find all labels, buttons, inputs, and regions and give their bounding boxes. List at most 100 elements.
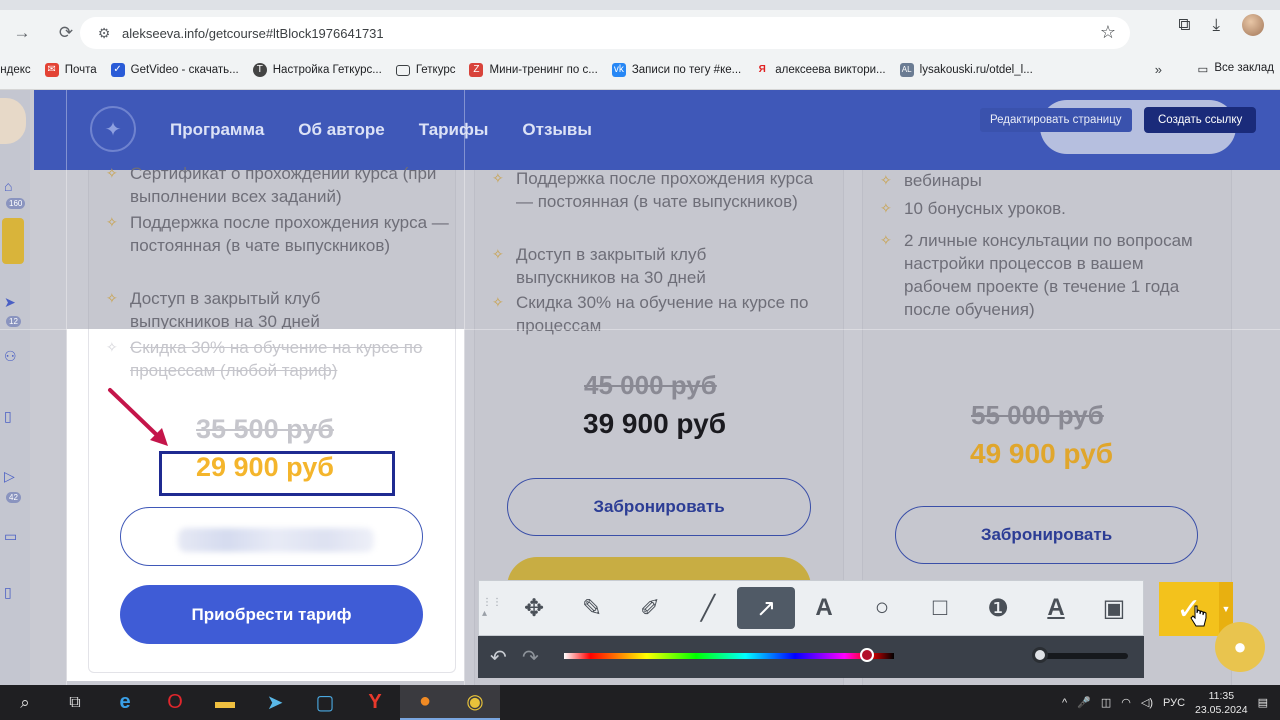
- stroke-width-handle[interactable]: [1032, 647, 1048, 663]
- text-icon[interactable]: A: [795, 587, 853, 629]
- yandex-browser-icon[interactable]: Y: [350, 685, 400, 720]
- clock[interactable]: 11:35 23.05.2024: [1195, 689, 1248, 717]
- chat-widget-icon[interactable]: ●: [1215, 622, 1265, 672]
- bookmark-label: алексеева виктори...: [775, 64, 886, 76]
- calendar-icon[interactable]: ▭: [4, 528, 26, 550]
- forward-icon[interactable]: →: [8, 19, 36, 47]
- bookmark-star-icon[interactable]: ☆: [1100, 22, 1116, 43]
- edit-page-button[interactable]: Редактировать страницу: [980, 108, 1132, 132]
- extensions-icon[interactable]: ⧉: [1178, 15, 1190, 35]
- home-icon[interactable]: [2, 218, 24, 264]
- notification-badge: 42: [6, 492, 21, 503]
- document-icon[interactable]: ▯: [4, 408, 26, 430]
- blur-redaction: [178, 528, 374, 552]
- bookmark-label: Мини-тренинг по с...: [489, 64, 598, 76]
- line-icon[interactable]: ╱: [679, 587, 737, 629]
- confirm-check-icon[interactable]: ✓: [1159, 582, 1219, 636]
- volume-icon[interactable]: ◁): [1141, 696, 1153, 709]
- opera-icon[interactable]: O: [150, 685, 200, 720]
- create-link-button[interactable]: Создать ссылку: [1144, 107, 1257, 133]
- bookmark-label: Записи по тегу #ке...: [631, 64, 742, 76]
- arrow-icon[interactable]: ↗: [737, 587, 795, 629]
- bookmark-item[interactable]: Яалексеева виктори...: [755, 63, 886, 77]
- feature-item: вебинары: [880, 169, 1204, 192]
- move-icon[interactable]: ✥: [505, 587, 563, 629]
- annotation-arrow[interactable]: [104, 384, 174, 450]
- site-info-icon[interactable]: ⚙: [90, 25, 118, 42]
- compass-logo-icon[interactable]: ✦: [90, 106, 136, 152]
- all-bookmarks[interactable]: ▭ Все заклад: [1197, 62, 1274, 76]
- clock-time: 11:35: [1208, 689, 1235, 702]
- book-button[interactable]: Забронировать: [895, 506, 1198, 564]
- bookmark-item[interactable]: Геткурс: [395, 64, 456, 76]
- windows-taskbar: ⌕ ⧉ e O ▬ ➤ ▢ Y ● ◉ ^ 🎤 ◫ ◠ ◁) РУС 11:35…: [0, 685, 1280, 720]
- bookmark-item[interactable]: AL lysakouski.ru/otdel_l...: [899, 63, 1033, 77]
- outlined-text-icon[interactable]: A: [1027, 587, 1085, 629]
- chat-icon[interactable]: ▷: [4, 468, 26, 490]
- new-price: 49 900 руб: [970, 438, 1114, 469]
- rectangle-icon[interactable]: □: [911, 587, 969, 629]
- chrome-icon[interactable]: ◉: [450, 685, 500, 720]
- nav-about-author[interactable]: Об авторе: [298, 120, 384, 140]
- nav-program[interactable]: Программа: [170, 120, 264, 140]
- tab-strip: [0, 0, 1280, 10]
- omnibox[interactable]: ⚙ alekseeva.info/getcourse#ltBlock197664…: [80, 17, 1130, 49]
- download-icon[interactable]: ⤓: [1212, 15, 1220, 35]
- profile-avatar[interactable]: [0, 98, 26, 144]
- color-slider-handle[interactable]: [860, 648, 874, 662]
- bookmark-item[interactable]: ✉ Почта: [44, 63, 97, 77]
- send-icon[interactable]: ➤: [4, 294, 26, 316]
- bookmark-label: GetVideo - скачать...: [130, 64, 239, 76]
- nav-reviews[interactable]: Отзывы: [522, 120, 592, 140]
- explorer-icon[interactable]: ▬: [200, 685, 250, 720]
- zeta-icon: Z: [469, 63, 484, 77]
- pencil-icon[interactable]: ✎: [563, 587, 621, 629]
- telegram-icon[interactable]: ➤: [250, 685, 300, 720]
- color-spectrum-slider[interactable]: [564, 653, 894, 659]
- main-nav: Программа Об авторе Тарифы Отзывы: [170, 120, 592, 140]
- bookmark-label: Настройка Геткурс...: [272, 64, 382, 76]
- bookmarks-overflow-icon[interactable]: »: [1155, 62, 1162, 77]
- redo-icon[interactable]: ↷: [522, 645, 554, 670]
- folder-icon: [395, 64, 410, 76]
- marker-icon[interactable]: ✐: [621, 587, 679, 629]
- toolbar-grip-icon[interactable]: ⋮⋮ ▴: [479, 581, 505, 635]
- folder-icon: ▭: [1197, 64, 1209, 76]
- buy-tariff-button[interactable]: Приобрести тариф: [120, 585, 423, 644]
- profile-avatar[interactable]: [1242, 14, 1264, 36]
- bookmarks-bar: Яндекс ✉ Почта ✓ GetVideo - скачать... T На…: [0, 56, 1280, 84]
- pages-icon[interactable]: ▯: [4, 584, 26, 606]
- bookmark-item[interactable]: vk Записи по тегу #ке...: [611, 63, 742, 77]
- users-icon[interactable]: ⚇: [4, 348, 26, 370]
- notification-badge: 12: [6, 316, 21, 327]
- bookmark-item[interactable]: Z Мини-тренинг по с...: [469, 63, 598, 77]
- bookmark-item[interactable]: Яндекс: [0, 64, 31, 76]
- bookmark-item[interactable]: ✓ GetVideo - скачать...: [110, 63, 239, 77]
- task-view-icon[interactable]: ⧉: [50, 685, 100, 720]
- language-indicator[interactable]: РУС: [1163, 697, 1185, 709]
- counter-icon[interactable]: ❶: [969, 587, 1027, 629]
- bell-icon[interactable]: ⌂: [4, 178, 26, 200]
- search-icon[interactable]: ⌕: [0, 685, 50, 720]
- book-button[interactable]: Забронировать: [507, 478, 811, 536]
- stroke-width-slider[interactable]: [1034, 653, 1128, 659]
- notifications-icon[interactable]: ▤: [1258, 696, 1268, 709]
- undo-icon[interactable]: ↶: [490, 645, 522, 670]
- bookmark-label: Геткурс: [415, 64, 456, 76]
- blur-icon[interactable]: ▣: [1085, 587, 1143, 629]
- edge-icon[interactable]: e: [100, 685, 150, 720]
- microphone-icon[interactable]: 🎤: [1077, 696, 1091, 709]
- url-text[interactable]: alekseeva.info/getcourse#ltBlock19766417…: [122, 26, 384, 41]
- firefox-icon[interactable]: ●: [400, 685, 450, 720]
- ellipse-icon[interactable]: ○: [853, 587, 911, 629]
- vk-icon: vk: [611, 63, 626, 77]
- annotation-rectangle[interactable]: [159, 451, 395, 496]
- bookmark-item[interactable]: T Настройка Геткурс...: [252, 63, 382, 77]
- new-price: 39 900 руб: [583, 408, 727, 439]
- tray-overflow-icon[interactable]: ^: [1062, 697, 1067, 709]
- network-icon[interactable]: ◫: [1101, 696, 1111, 709]
- nav-tariffs[interactable]: Тарифы: [419, 120, 489, 140]
- wifi-icon[interactable]: ◠: [1121, 696, 1131, 709]
- snipping-icon[interactable]: ▢: [300, 685, 350, 720]
- reload-icon[interactable]: ⟳: [52, 19, 80, 47]
